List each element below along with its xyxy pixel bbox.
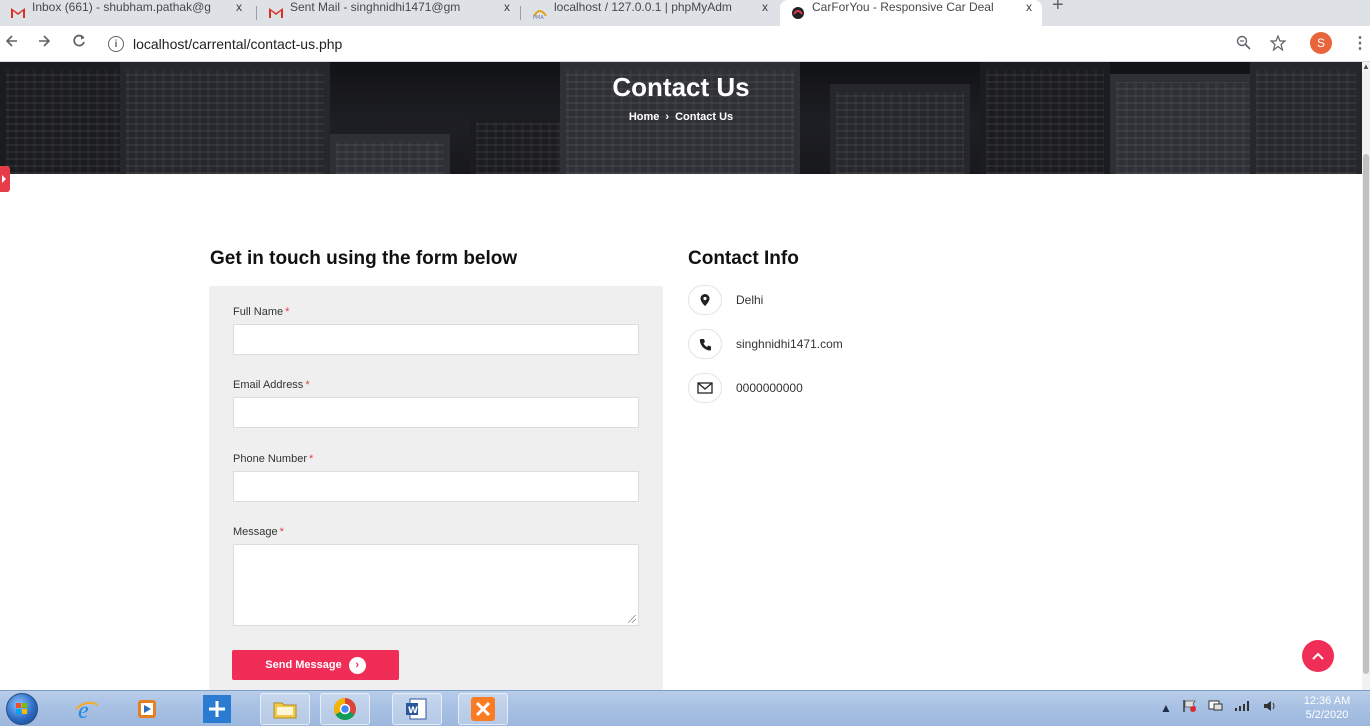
clock-date: 5/2/2020 <box>1305 709 1349 721</box>
page-viewport: Contact Us Home › Contact Us Get in touch … <box>0 62 1362 690</box>
show-hidden-icons-icon[interactable]: ▲ <box>1160 701 1172 715</box>
media-player-taskbar-icon[interactable] <box>122 693 172 725</box>
email-text: singhnidhi1471.com <box>736 337 843 351</box>
svg-text:W: W <box>408 706 418 716</box>
site-icon <box>790 6 806 20</box>
tab-gmail-inbox[interactable]: Inbox (661) - shubham.pathak@g x <box>0 0 252 26</box>
tab-close-icon[interactable]: x <box>762 0 768 14</box>
chevron-up-icon <box>1312 652 1324 660</box>
signal-icon[interactable] <box>1234 700 1252 715</box>
full-name-label: Full Name * <box>233 306 290 318</box>
scrollbar-thumb[interactable] <box>1363 154 1369 674</box>
svg-text:PMA: PMA <box>533 15 544 20</box>
address-text: Delhi <box>736 293 764 307</box>
phpmyadmin-icon: PMA <box>532 6 548 20</box>
word-taskbar-icon[interactable]: W <box>392 693 442 725</box>
phone-text: 0000000000 <box>736 381 803 395</box>
zoom-icon[interactable] <box>1236 35 1251 54</box>
send-message-button[interactable]: Send Message › <box>232 650 399 680</box>
breadcrumb: Home › Contact Us <box>0 111 1362 123</box>
phone-label: Phone Number * <box>233 453 314 465</box>
page-banner: Contact Us Home › Contact Us <box>0 62 1362 174</box>
file-explorer-taskbar-icon[interactable] <box>260 693 310 725</box>
svg-text:e: e <box>78 698 89 723</box>
tab-separator <box>520 6 521 20</box>
page-title: Contact Us <box>612 72 750 102</box>
phone-input[interactable] <box>233 471 639 502</box>
back-to-top-button[interactable] <box>1302 640 1334 672</box>
back-arrow-icon[interactable] <box>5 34 18 54</box>
tab-title: Inbox (661) - shubham.pathak@g <box>32 0 211 14</box>
contact-info-heading: Contact Info <box>688 248 799 269</box>
address-bar[interactable]: i localhost/carrental/contact-us.php <box>108 31 1288 57</box>
volume-icon[interactable] <box>1262 699 1278 716</box>
windows-taskbar: e W ▲ 12:36 AM 5/2/2020 <box>0 690 1370 726</box>
contact-form: Full Name * Email Address * Phone Number * … <box>209 286 663 690</box>
tab-phpmyadmin[interactable]: PMA localhost / 127.0.0.1 | phpMyAdm x <box>522 0 778 26</box>
tab-close-icon[interactable]: x <box>236 0 242 14</box>
network-icon[interactable] <box>1208 699 1224 716</box>
message-label: Message * <box>233 526 284 538</box>
contact-info-email: singhnidhi1471.com <box>688 329 843 359</box>
send-message-label: Send Message <box>265 659 342 671</box>
address-url: localhost/carrental/contact-us.php <box>133 36 343 52</box>
breadcrumb-home-link[interactable]: Home <box>629 111 660 123</box>
profile-avatar[interactable]: S <box>1310 32 1332 54</box>
breadcrumb-current: Contact Us <box>675 111 734 123</box>
internet-explorer-taskbar-icon[interactable]: e <box>62 693 112 725</box>
tab-gmail-sent[interactable]: Sent Mail - singhnidhi1471@gm x <box>258 0 520 26</box>
tab-carforyou[interactable]: CarForYou - Responsive Car Deal x <box>780 0 1042 26</box>
envelope-icon <box>688 373 722 403</box>
gmail-icon <box>10 6 26 20</box>
info-icon[interactable]: i <box>108 36 124 52</box>
browser-toolbar: i localhost/carrental/contact-us.php S ⋮ <box>0 26 1370 62</box>
breadcrumb-separator: › <box>665 111 670 123</box>
reload-icon[interactable] <box>72 34 86 54</box>
add-taskbar-icon[interactable] <box>192 693 242 725</box>
arrow-right-icon: › <box>348 656 366 674</box>
menu-kebab-icon[interactable]: ⋮ <box>1352 33 1368 53</box>
scroll-up-arrow-icon[interactable]: ▲ <box>1362 62 1370 76</box>
chrome-taskbar-icon[interactable] <box>320 693 370 725</box>
phone-icon <box>688 329 722 359</box>
tab-title: Sent Mail - singhnidhi1471@gm <box>290 0 461 14</box>
forward-arrow-icon[interactable] <box>38 34 51 54</box>
tab-close-icon[interactable]: x <box>504 0 510 14</box>
map-marker-icon <box>688 285 722 315</box>
action-center-flag-icon[interactable] <box>1182 699 1198 716</box>
gmail-icon <box>268 6 284 20</box>
xampp-taskbar-icon[interactable] <box>458 693 508 725</box>
email-input[interactable] <box>233 397 639 428</box>
system-tray: ▲ <box>1160 699 1278 716</box>
email-label: Email Address * <box>233 379 310 391</box>
tab-title: CarForYou - Responsive Car Deal <box>812 0 994 14</box>
contact-info-phone: 0000000000 <box>688 373 803 403</box>
tab-separator <box>256 6 257 20</box>
clock-time: 12:36 AM <box>1303 695 1351 707</box>
full-name-input[interactable] <box>233 324 639 355</box>
tab-title: localhost / 127.0.0.1 | phpMyAdm <box>554 0 732 14</box>
bookmark-star-icon[interactable] <box>1269 34 1287 55</box>
message-textarea[interactable] <box>233 544 639 626</box>
tab-close-icon[interactable]: x <box>1026 0 1032 14</box>
taskbar-clock[interactable]: 12:36 AM 5/2/2020 <box>1292 694 1362 722</box>
start-button[interactable] <box>6 693 38 725</box>
new-tab-button[interactable]: + <box>1052 0 1064 15</box>
page-scrollbar[interactable] <box>1362 62 1370 690</box>
browser-tab-strip: Inbox (661) - shubham.pathak@g x Sent Ma… <box>0 0 1370 26</box>
contact-info-address: Delhi <box>688 285 763 315</box>
windows-logo-icon <box>16 703 27 714</box>
side-panel-toggle[interactable] <box>0 166 10 192</box>
form-heading: Get in touch using the form below <box>210 248 518 269</box>
resize-grip-icon[interactable] <box>628 615 636 623</box>
